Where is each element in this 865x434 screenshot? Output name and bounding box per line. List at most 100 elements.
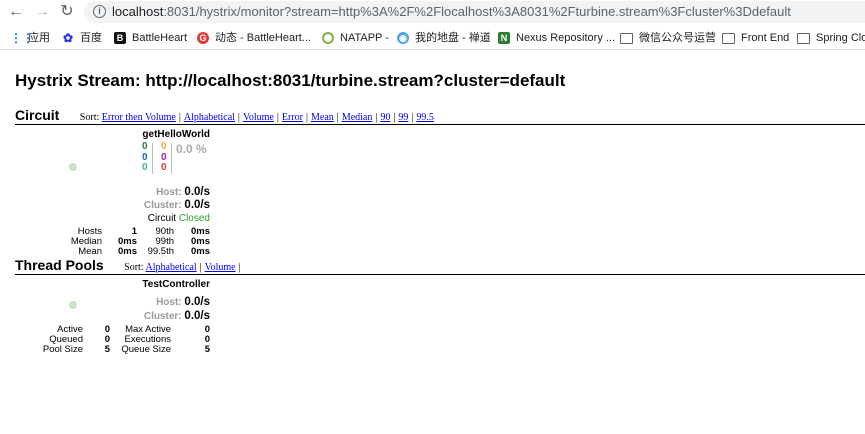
sort-90[interactable]: 90 (380, 112, 390, 123)
bookmark-baidu[interactable]: ✿ 百度 (62, 29, 102, 47)
success-count: 0 (142, 141, 148, 152)
site-info-icon[interactable]: i (93, 5, 106, 18)
circuit-stats-table: Hosts 1 90th 0ms Median 0ms 99th 0ms Mea… (59, 227, 210, 256)
back-arrow-icon[interactable]: ← (6, 2, 26, 22)
sort-alphabetical[interactable]: Alphabetical (146, 262, 197, 273)
circuit-title: Circuit (15, 107, 60, 123)
sort-99[interactable]: 99 (398, 112, 408, 123)
bookmark-label: 百度 (80, 32, 102, 44)
threadpool-section-header: Thread Pools Sort: Alphabetical | Volume | (15, 257, 244, 275)
bookmark-natapp[interactable]: NATAPP - (322, 29, 389, 47)
error-percentage: 0.0 % (176, 142, 207, 156)
stat-value: 0ms (190, 245, 210, 257)
url-text[interactable]: localhost:8031/hystrix/monitor?stream=ht… (112, 4, 791, 19)
stat-label: Mean (78, 245, 102, 257)
cluster-rate-line: Cluster: 0.0/s (144, 199, 210, 211)
threadpool-sort-bar: Sort: Alphabetical | Volume | (124, 262, 241, 273)
folder-icon (797, 32, 810, 44)
bookmark-folder-front-end[interactable]: Front End (722, 29, 789, 47)
bookmark-label: NATAPP - (340, 32, 389, 44)
bookmark-label: 应用 (28, 32, 50, 44)
cluster-rate: 0.0/s (184, 199, 210, 211)
battleheart-icon: B (114, 32, 126, 44)
folder-icon (620, 32, 633, 44)
bookmark-dynamic-battleheart[interactable]: G 动态 - BattleHeart... (197, 29, 311, 47)
natapp-icon (322, 32, 334, 44)
page-title: Hystrix Stream: http://localhost:8031/tu… (15, 71, 566, 90)
host-rate: 0.0/s (184, 296, 210, 308)
timeout-count: 0 (161, 141, 167, 152)
host-rate-line: Host: 0.0/s (156, 186, 210, 198)
threadpool-stats-table: Active 0 Max Active 0 Queued 0 Execution… (41, 325, 210, 354)
url-path: :8031/hystrix/monitor?stream=http%3A%2F%… (163, 4, 791, 19)
counts-divider (171, 143, 172, 174)
stat-value: 0ms (117, 245, 137, 257)
cluster-rate: 0.0/s (184, 310, 210, 322)
stat-label: Queue Size (121, 343, 171, 355)
threadpool-monitor: TestController Host: 0.0/s Cluster: 0.0/… (15, 276, 215, 361)
sort-error[interactable]: Error (282, 112, 303, 123)
circuit-divider (15, 124, 865, 125)
bookmark-zentao[interactable]: ◉ 我的地盘 - 禅道 (397, 29, 491, 47)
browser-toolbar: ← → ↻ i localhost:8031/hystrix/monitor?s… (0, 0, 865, 25)
host-rate: 0.0/s (184, 186, 210, 198)
circuit-status-line: Circuit Closed (148, 213, 210, 224)
sort-label: Sort: (124, 262, 144, 273)
sort-99-5[interactable]: 99.5 (416, 112, 434, 123)
bookmarks-bar: ⋮⋮ 应用 ✿ 百度 B BattleHeart G 动态 - BattleHe… (0, 27, 865, 50)
stat-label: Pool Size (42, 343, 83, 355)
cluster-rate-line: Cluster: 0.0/s (144, 310, 210, 322)
health-bubble-icon (69, 163, 77, 171)
sort-trailing-separator: | (238, 262, 241, 273)
host-label: Host: (156, 297, 182, 308)
failure-count: 0 (161, 162, 167, 173)
stat-label: 99.5th (147, 245, 174, 257)
bookmark-label: 动态 - BattleHeart... (215, 32, 311, 44)
bookmark-folder-wechat[interactable]: 微信公众号运营 (620, 29, 716, 47)
bookmark-nexus[interactable]: N Nexus Repository ... (498, 29, 615, 47)
bookmark-label: 我的地盘 - 禅道 (415, 32, 491, 44)
sort-volume[interactable]: Volume (205, 262, 236, 273)
threadpool-divider (15, 274, 865, 275)
baidu-icon: ✿ (62, 31, 74, 45)
circuit-status: Closed (178, 213, 210, 224)
reload-icon[interactable]: ↻ (57, 2, 77, 22)
sort-mean[interactable]: Mean (311, 112, 334, 123)
bookmark-battleheart[interactable]: B BattleHeart (114, 29, 187, 47)
host-rate-line: Host: 0.0/s (156, 296, 210, 308)
bad-request-count: 0 (142, 162, 148, 173)
stat-value: 5 (204, 343, 210, 355)
bookmark-label: Front End (741, 32, 790, 44)
sort-alphabetical[interactable]: Alphabetical (184, 112, 235, 123)
counts-left: 0 0 0 (142, 141, 148, 174)
address-bar[interactable]: i localhost:8031/hystrix/monitor?stream=… (84, 1, 865, 23)
bookmark-label: 微信公众号运营 (639, 32, 716, 44)
bookmark-folder-spring-cloud[interactable]: Spring Clo (797, 29, 865, 47)
apps-grid-icon: ⋮⋮ (10, 31, 34, 45)
sort-error-then-volume[interactable]: Error then Volume (102, 112, 176, 123)
url-host: localhost (112, 4, 164, 19)
circuit-section-header: Circuit Sort: Error then Volume | Alphabet… (15, 107, 434, 125)
bookmark-label: Spring Clo (816, 32, 865, 44)
host-label: Host: (156, 187, 182, 198)
zentao-icon: ◉ (397, 32, 409, 44)
cluster-label: Cluster: (143, 200, 182, 211)
bookmark-apps[interactable]: ⋮⋮ 应用 (10, 29, 50, 47)
threadpool-title: Thread Pools (15, 257, 104, 273)
circuit-name: getHelloWorld (142, 129, 210, 140)
stats-row: Mean 0ms 99.5th 0ms (59, 245, 210, 257)
counts-divider (152, 143, 153, 174)
circuit-sort-bar: Sort: Error then Volume | Alphabetical | Vol… (79, 112, 434, 123)
nexus-icon: N (498, 32, 510, 44)
forward-arrow-icon[interactable]: → (32, 2, 52, 22)
circuit-label: Circuit (147, 213, 177, 224)
health-bubble-icon (69, 301, 77, 309)
stat-value: 5 (104, 343, 110, 355)
circuit-monitor: getHelloWorld 0 0 0 0 0 0 0.0 % Host: 0.… (15, 126, 215, 256)
counts-right: 0 0 0 (161, 141, 167, 174)
sort-median[interactable]: Median (342, 112, 373, 123)
sort-volume[interactable]: Volume (243, 112, 274, 123)
cluster-label: Cluster: (143, 311, 182, 322)
stats-row: Pool Size 5 Queue Size 5 (41, 343, 210, 355)
bookmark-label: BattleHeart (132, 32, 188, 44)
